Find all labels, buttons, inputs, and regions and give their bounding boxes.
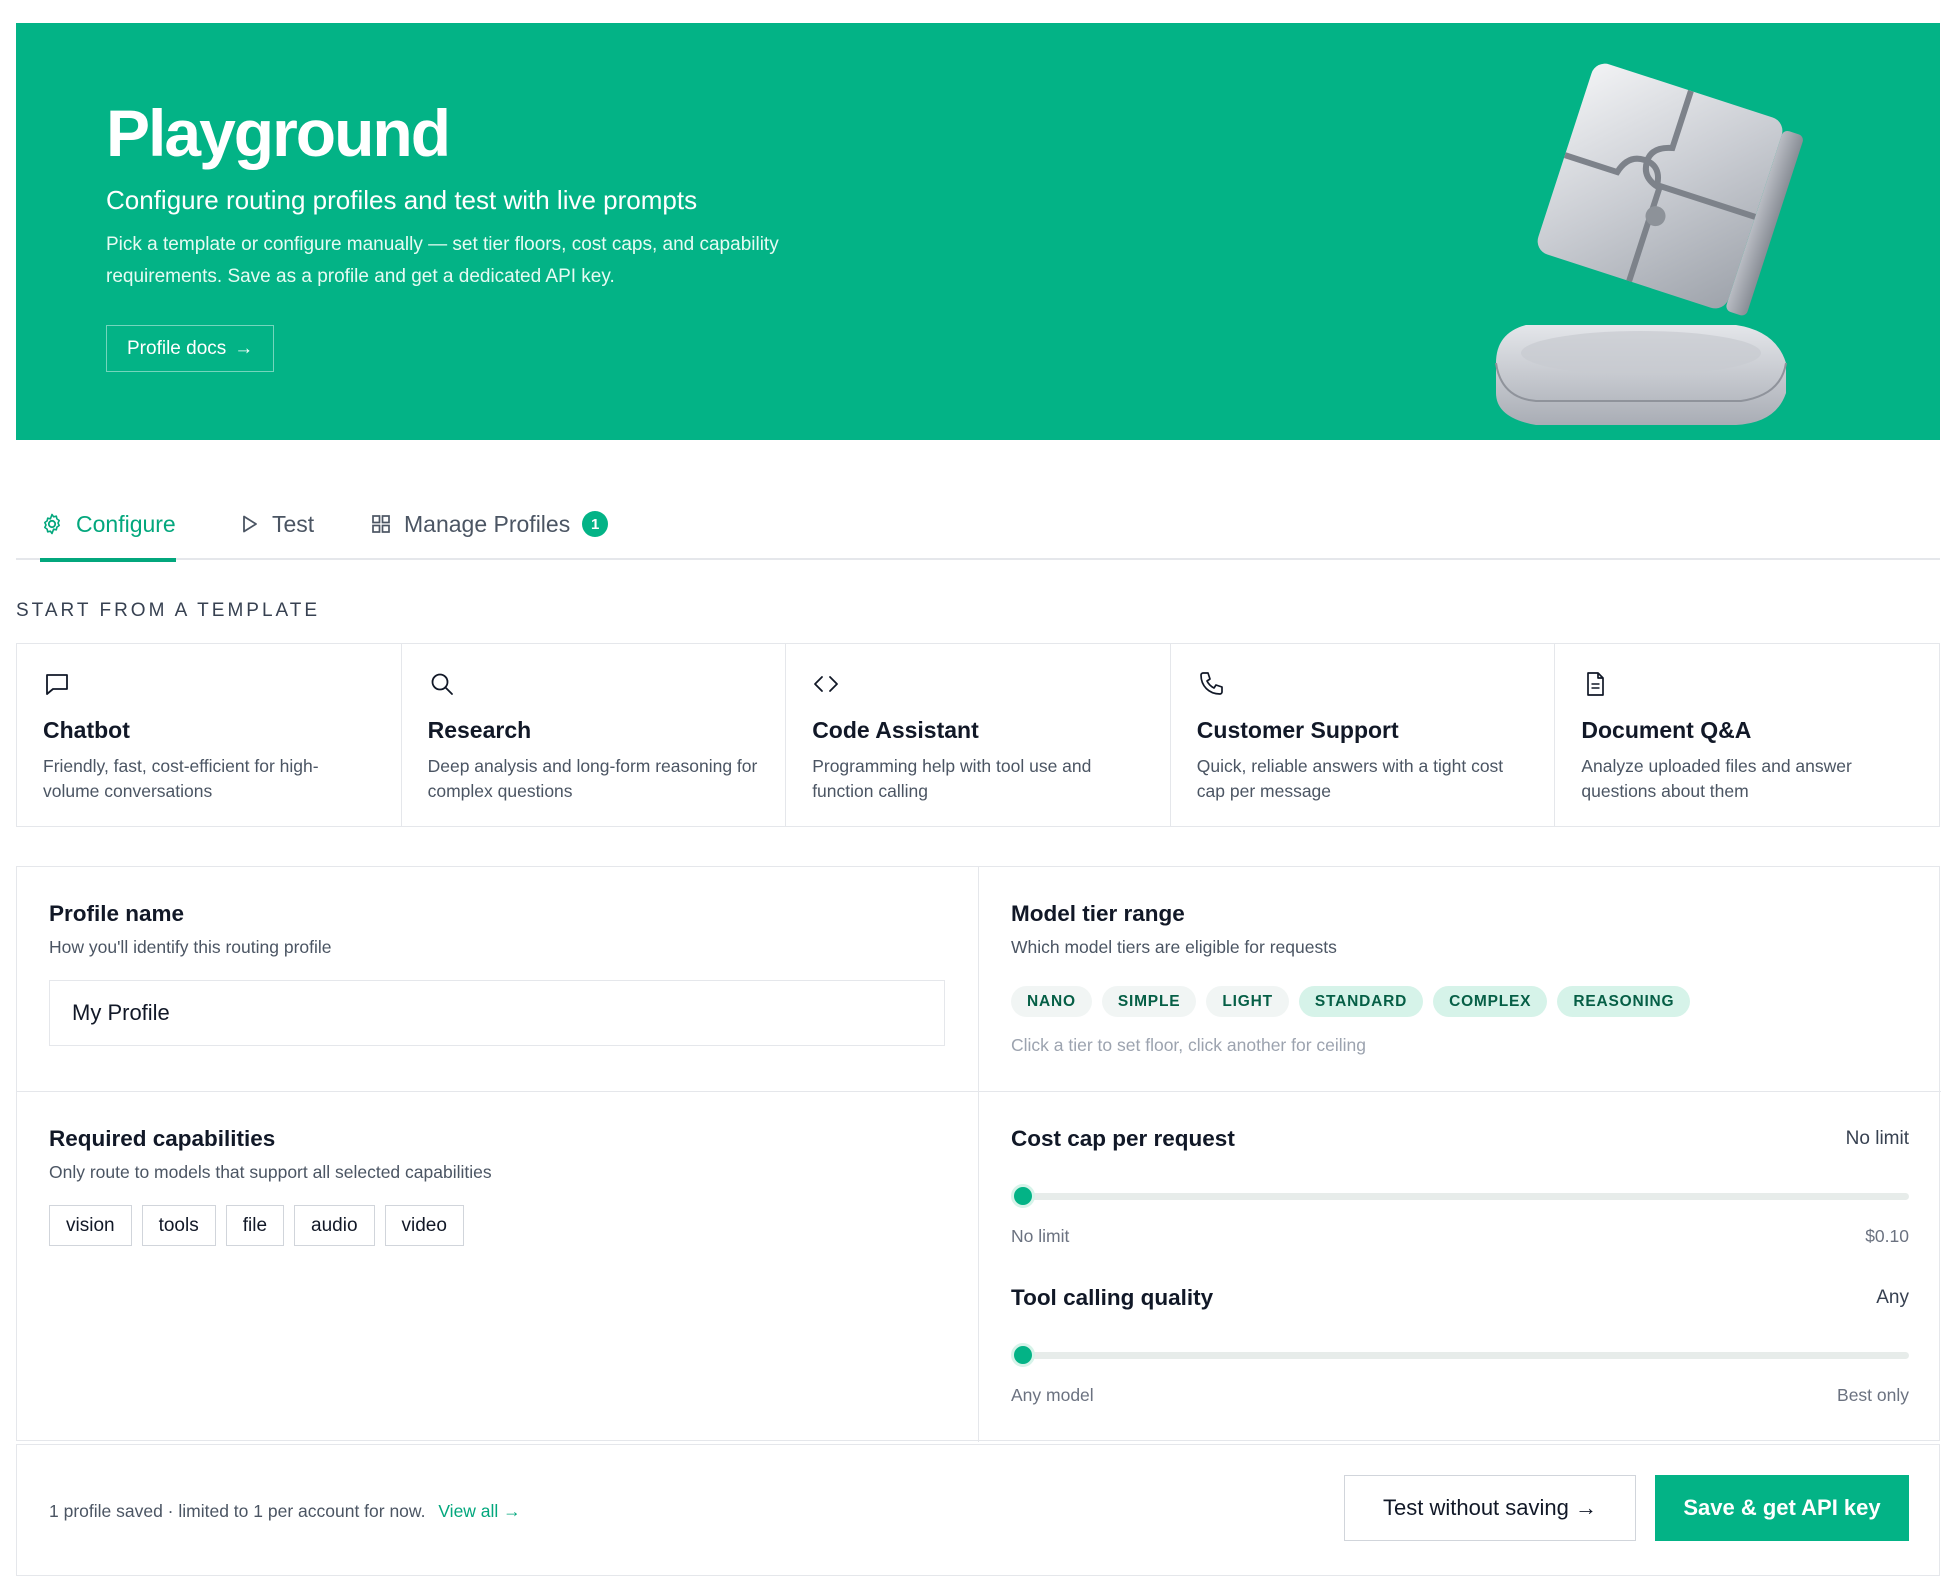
capability-chip-audio[interactable]: audio [294, 1205, 375, 1246]
tool-quality-header: Tool calling quality Any [1011, 1285, 1909, 1311]
template-card-customer-support[interactable]: Customer Support Quick, reliable answers… [1171, 644, 1556, 826]
chat-bubble-icon [46, 674, 68, 695]
tab-test[interactable]: Test [238, 488, 314, 560]
code-icon [814, 676, 839, 692]
profile-docs-link[interactable]: Profile docs → [106, 325, 275, 372]
cost-cap-title: Cost cap per request [1011, 1126, 1235, 1151]
template-list: Chatbot Friendly, fast, cost-efficient f… [16, 643, 1940, 827]
tool-quality-slider-thumb[interactable] [1011, 1343, 1035, 1367]
tier-pill-reasoning[interactable]: REASONING [1557, 986, 1691, 1017]
profile-name-description: How you'll identify this routing profile [49, 937, 332, 957]
profile-count-badge: 1 [582, 511, 609, 537]
tab-manage-profiles-label: Manage Profiles [404, 510, 571, 537]
view-all-link[interactable]: View all → [438, 1501, 520, 1521]
metal-puzzle-cube-illustration [1495, 63, 1803, 425]
template-title: Chatbot [43, 717, 130, 743]
tier-pill-simple[interactable]: SIMPLE [1101, 986, 1197, 1017]
tier-range-description: Which model tiers are eligible for reque… [1011, 937, 1337, 957]
template-card-code-assistant[interactable]: Code Assistant Programming help with too… [786, 644, 1171, 826]
tool-quality-min-label: Any model [1011, 1385, 1094, 1405]
capability-chip-tools[interactable]: tools [141, 1205, 216, 1246]
tool-quality-value: Any [1876, 1287, 1909, 1308]
tab-bar: Configure Test Manage Profiles 1 [16, 488, 1940, 562]
template-description: Deep analysis and long-form reasoning fo… [427, 756, 758, 801]
page-subtitle: Configure routing profiles and test with… [106, 185, 698, 215]
tab-manage-profiles[interactable]: Manage Profiles 1 [370, 488, 609, 560]
tool-quality-max-label: Best only [1837, 1385, 1909, 1405]
tool-quality-slider[interactable] [1011, 1343, 1909, 1367]
capabilities-title: Required capabilities [49, 1126, 276, 1151]
cost-cap-range-labels: No limit $0.10 [1011, 1226, 1909, 1247]
profile-limit-note: 1 profile saved · limited to 1 per accou… [49, 1501, 521, 1522]
profile-name-input[interactable] [49, 980, 945, 1046]
tool-quality-range-labels: Any model Best only [1011, 1385, 1909, 1406]
hero-banner: Playground Configure routing profiles an… [16, 23, 1940, 440]
grid-icon [372, 515, 390, 533]
tier-pill-nano[interactable]: NANO [1011, 986, 1092, 1017]
tier-range-title: Model tier range [1011, 901, 1185, 926]
template-description: Quick, reliable answers with a tight cos… [1196, 756, 1504, 801]
slider-track [1023, 1193, 1909, 1200]
tier-pill-standard[interactable]: STANDARD [1298, 986, 1424, 1017]
cost-cap-max-label: $0.10 [1865, 1226, 1909, 1246]
page-title: Playground [106, 96, 451, 170]
gear-icon [44, 513, 60, 535]
limits-section: Cost cap per request No limit No limit $… [979, 1092, 1941, 1442]
test-without-saving-button[interactable]: Test without saving → [1344, 1475, 1636, 1541]
template-description: Programming help with tool use and funct… [812, 756, 1092, 801]
tab-configure[interactable]: Configure [40, 488, 176, 562]
template-title: Research [427, 717, 532, 743]
profile-name-section: Profile name How you'll identify this ro… [17, 867, 979, 1092]
slider-track [1023, 1352, 1909, 1359]
template-card-document-qa[interactable]: Document Q&A Analyze uploaded files and … [1555, 644, 1939, 826]
cost-cap-slider-thumb[interactable] [1011, 1184, 1035, 1208]
template-card-chatbot[interactable]: Chatbot Friendly, fast, cost-efficient f… [17, 644, 402, 826]
template-card-research[interactable]: Research Deep analysis and long-form rea… [402, 644, 787, 826]
profile-docs-label: Profile docs [127, 337, 227, 359]
tab-test-label: Test [272, 510, 315, 537]
templates-heading: START FROM A TEMPLATE [16, 600, 321, 621]
tab-configure-label: Configure [76, 510, 176, 537]
template-title: Code Assistant [812, 717, 979, 743]
capabilities-section: Required capabilities Only route to mode… [17, 1092, 979, 1442]
tier-range-section: Model tier range Which model tiers are e… [979, 867, 1941, 1092]
profile-limit-text: 1 profile saved · limited to 1 per accou… [49, 1501, 426, 1521]
tier-pill-light[interactable]: LIGHT [1206, 986, 1289, 1017]
search-icon [431, 673, 453, 695]
tier-pill-complex[interactable]: COMPLEX [1433, 986, 1548, 1017]
arrow-right-icon: → [234, 337, 254, 359]
capability-chips: vision tools file audio video [49, 1205, 946, 1246]
play-icon [243, 515, 257, 533]
profile-config-panel: Profile name How you'll identify this ro… [16, 866, 1941, 1442]
document-icon [1587, 672, 1605, 696]
profile-name-title: Profile name [49, 901, 185, 926]
page-description: Pick a template or configure manually — … [106, 234, 779, 287]
phone-icon [1199, 672, 1223, 695]
cost-cap-slider[interactable] [1011, 1184, 1909, 1208]
template-title: Customer Support [1196, 717, 1399, 743]
capability-chip-vision[interactable]: vision [49, 1205, 132, 1246]
capability-chip-file[interactable]: file [225, 1205, 285, 1246]
action-bar: 1 profile saved · limited to 1 per accou… [16, 1444, 1940, 1576]
tier-pills: NANO SIMPLE LIGHT STANDARD COMPLEX REASO… [1011, 986, 1909, 1017]
cost-cap-value: No limit [1845, 1128, 1909, 1149]
template-description: Analyze uploaded files and answer questi… [1581, 756, 1852, 801]
cost-cap-header: Cost cap per request No limit [1011, 1126, 1909, 1152]
capabilities-description: Only route to models that support all se… [49, 1162, 492, 1182]
tool-quality-title: Tool calling quality [1011, 1285, 1214, 1310]
template-title: Document Q&A [1581, 717, 1752, 743]
save-and-get-api-key-button[interactable]: Save & get API key [1655, 1475, 1909, 1541]
tier-hint: Click a tier to set floor, click another… [1011, 1035, 1367, 1055]
template-description: Friendly, fast, cost-efficient for high-… [43, 756, 319, 801]
capability-chip-video[interactable]: video [384, 1205, 464, 1246]
cost-cap-min-label: No limit [1011, 1226, 1070, 1246]
